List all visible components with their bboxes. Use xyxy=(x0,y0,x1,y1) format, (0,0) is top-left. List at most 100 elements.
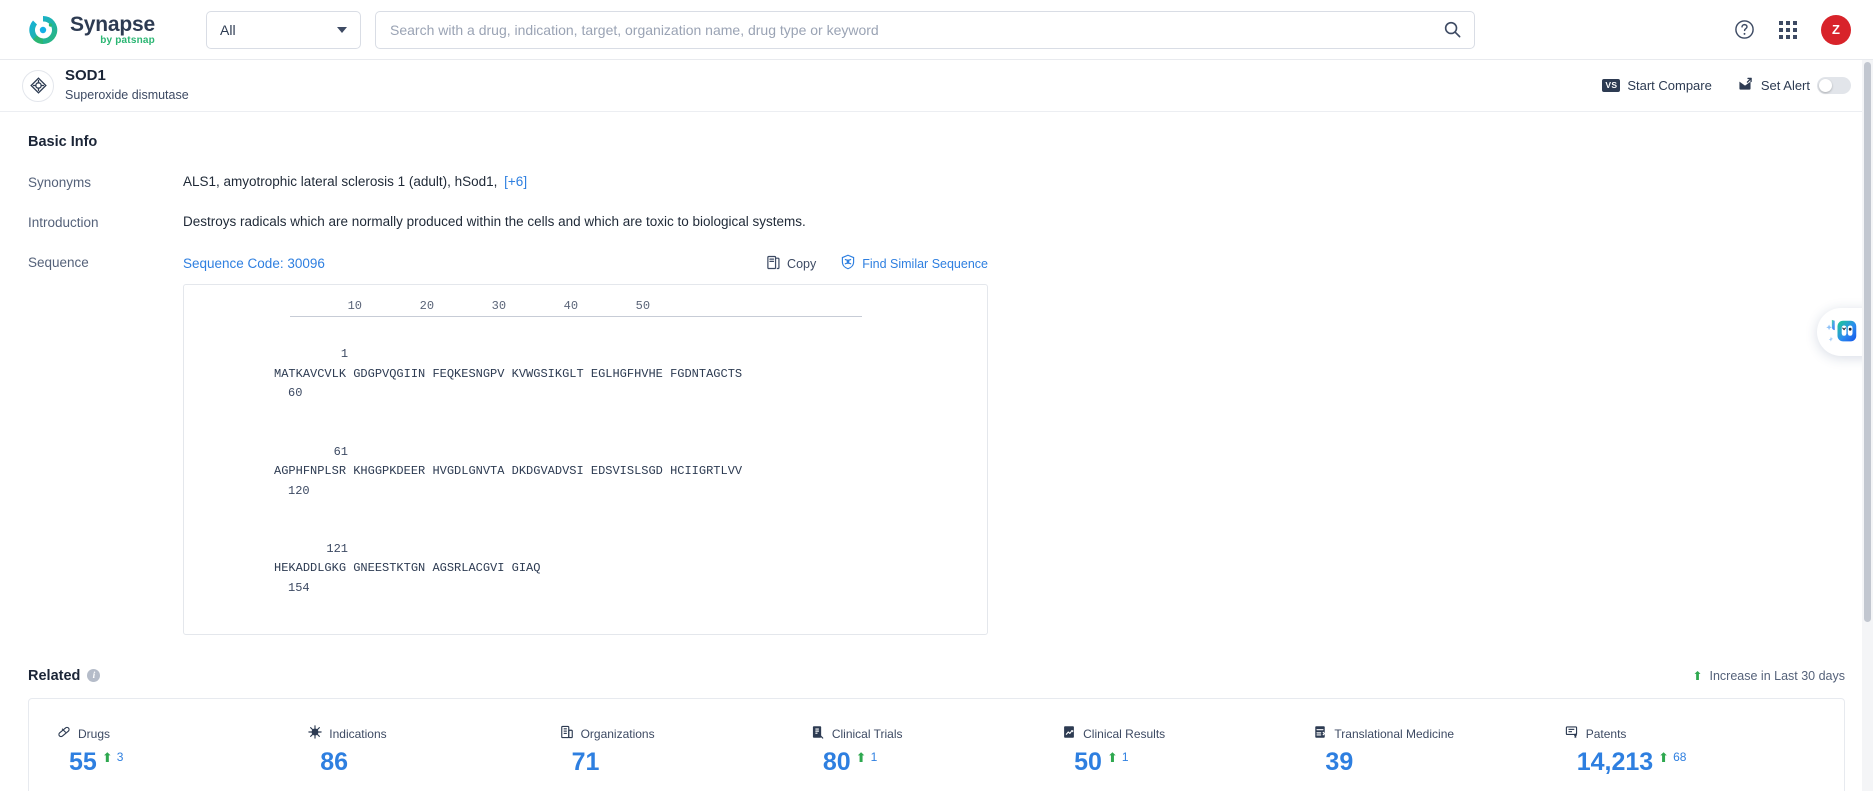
info-icon[interactable]: i xyxy=(87,669,101,683)
search-scope-value: All xyxy=(220,21,236,38)
sequence-line-residues: MATKAVCVLK GDGPVQGIIN FEQKESNGPV KVWGSIK… xyxy=(274,366,743,381)
introduction-label: Introduction xyxy=(28,215,99,230)
metric-head: Clinical Results xyxy=(1062,725,1313,744)
vs-badge-icon: VS xyxy=(1602,79,1621,92)
metric-organizations: Organizations 71 xyxy=(560,725,811,775)
synonyms-more-link[interactable]: [+6] xyxy=(504,174,527,189)
alert-bell-icon xyxy=(1738,77,1754,95)
metric-value[interactable]: 55 xyxy=(69,749,97,775)
sequence-line-end: 154 xyxy=(288,580,310,595)
set-alert-toggle[interactable] xyxy=(1817,77,1851,94)
increase-legend: ⬆ Increase in Last 30 days xyxy=(1692,669,1845,683)
sequence-header: Sequence Code: 30096 Copy Find Similar S… xyxy=(183,254,988,273)
global-search-bar[interactable] xyxy=(375,10,1475,49)
metric-head: Clinical Trials xyxy=(811,725,1062,744)
metric-value[interactable]: 50 xyxy=(1074,749,1102,775)
start-compare-label: Start Compare xyxy=(1627,78,1712,93)
sequence-tools: Copy Find Similar Sequence xyxy=(766,254,988,273)
metric-value[interactable]: 86 xyxy=(320,749,348,775)
arrow-up-icon: ⬆ xyxy=(1658,749,1670,765)
metric-delta: ⬆ 3 xyxy=(102,750,124,764)
metric-value[interactable]: 80 xyxy=(823,749,851,775)
metric-head: Patents xyxy=(1565,725,1816,744)
metric-label: Clinical Results xyxy=(1083,727,1166,742)
top-bar-actions: Z xyxy=(1704,14,1851,45)
pill-icon xyxy=(57,725,71,744)
sequence-block: Sequence Code: 30096 Copy Find Similar S… xyxy=(183,254,988,635)
metric-head: Translational Medicine xyxy=(1313,725,1564,744)
scrollbar-thumb[interactable] xyxy=(1864,62,1871,622)
metric-label: Clinical Trials xyxy=(831,727,903,742)
start-compare-button[interactable]: VS Start Compare xyxy=(1602,78,1712,93)
sequence-line-residues: HEKADDLGKG GNEESTKTGN AGSRLACGVI GIAQ xyxy=(274,561,541,576)
sequence-viewer: 10 20 30 40 50 1 MATKAVCVLK GDGPVQGIIN F… xyxy=(183,284,988,635)
metric-body: 86 xyxy=(308,749,559,775)
sequence-code-link[interactable]: Sequence Code: 30096 xyxy=(183,256,325,271)
organization-icon xyxy=(560,725,574,744)
metric-indications: Indications 86 xyxy=(308,724,559,775)
metric-body: 39 xyxy=(1313,749,1564,775)
metric-value[interactable]: 39 xyxy=(1325,749,1353,775)
metric-delta: ⬆ 1 xyxy=(856,750,878,764)
introduction-value: Destroys radicals which are normally pro… xyxy=(183,214,806,229)
metric-label: Drugs xyxy=(78,727,111,742)
metric-clinical-trials: Clinical Trials 80 ⬆ 1 xyxy=(811,725,1062,775)
set-alert-label: Set Alert xyxy=(1760,78,1810,93)
sequence-line: 121 HEKADDLGKG GNEESTKTGN AGSRLACGVI GIA… xyxy=(202,520,969,617)
metric-delta-value: 1 xyxy=(870,749,878,764)
patent-icon xyxy=(1565,725,1579,744)
copy-sequence-button[interactable]: Copy xyxy=(766,255,816,273)
metric-drugs: Drugs 55 ⬆ 3 xyxy=(57,725,308,775)
sequence-line-end: 120 xyxy=(288,483,310,498)
synapse-logo-icon xyxy=(26,13,60,47)
metric-clinical-results: Clinical Results 50 ⬆ 1 xyxy=(1062,725,1313,775)
entity-title-bar: SOD1 Superoxide dismutase VS Start Compa… xyxy=(0,60,1873,112)
related-metrics-card: Drugs 55 ⬆ 3 Indications 86 Organization… xyxy=(28,697,1845,791)
arrow-up-icon: ⬆ xyxy=(1106,749,1118,765)
related-metrics-grid: Drugs 55 ⬆ 3 Indications 86 Organization… xyxy=(57,724,1816,791)
brand-logo-area[interactable]: Synapse by patsnap xyxy=(26,13,176,47)
metric-delta-value: 1 xyxy=(1121,749,1129,764)
chevron-down-icon xyxy=(337,26,347,33)
metric-label: Organizations xyxy=(580,727,655,742)
virus-icon xyxy=(308,724,322,744)
help-icon[interactable] xyxy=(1734,19,1755,40)
metric-head: Drugs xyxy=(57,725,308,744)
metric-delta-value: 3 xyxy=(116,749,124,764)
app-grid-icon[interactable] xyxy=(1779,20,1797,39)
arrow-up-icon: ⬆ xyxy=(101,749,113,765)
metric-body: 14,213 ⬆ 68 xyxy=(1565,749,1816,775)
synonyms-value: ALS1, amyotrophic lateral sclerosis 1 (a… xyxy=(183,174,498,189)
page-subtitle: Superoxide dismutase xyxy=(65,87,189,102)
clinical-trial-icon xyxy=(811,725,825,744)
metric-patents: Patents 14,213 ⬆ 68 xyxy=(1565,725,1816,775)
set-alert-control[interactable]: Set Alert xyxy=(1738,77,1851,95)
metric-value[interactable]: 71 xyxy=(572,749,600,775)
metric-body: 80 ⬆ 1 xyxy=(811,749,1062,775)
metric-value[interactable]: 14,213 xyxy=(1577,749,1653,775)
copy-label: Copy xyxy=(787,256,817,271)
main-content: Basic Info Synonyms ALS1, amyotrophic la… xyxy=(0,112,1873,791)
sequence-line-start: 121 xyxy=(326,541,349,556)
sequence-line-start: 61 xyxy=(333,444,349,459)
sequence-line: 1 MATKAVCVLK GDGPVQGIIN FEQKESNGPV KVWGS… xyxy=(202,326,969,423)
sequence-label: Sequence xyxy=(28,255,89,270)
sequence-ruler-line xyxy=(290,316,862,317)
metric-delta: ⬆ 68 xyxy=(1658,750,1686,764)
search-scope-dropdown[interactable]: All xyxy=(206,10,361,49)
page-scrollbar[interactable] xyxy=(1862,60,1873,791)
metric-body: 55 ⬆ 3 xyxy=(57,749,308,775)
metric-translational-medicine: Translational Medicine 39 xyxy=(1313,725,1564,775)
introduction-row: Introduction Destroys radicals which are… xyxy=(28,214,1845,230)
search-icon[interactable] xyxy=(1443,20,1462,39)
sequence-line-residues: AGPHFNPLSR KHGGPKDEER HVGDLGNVTA DKDGVAD… xyxy=(274,464,743,479)
metric-body: 71 xyxy=(560,749,811,775)
sequence-line: 61 AGPHFNPLSR KHGGPKDEER HVGDLGNVTA DKDG… xyxy=(202,423,969,520)
metric-body: 50 ⬆ 1 xyxy=(1062,749,1313,775)
find-similar-sequence-button[interactable]: Find Similar Sequence xyxy=(840,254,988,273)
clinical-result-icon xyxy=(1062,725,1076,744)
search-input[interactable] xyxy=(390,21,1443,38)
synonyms-row: Synonyms ALS1, amyotrophic lateral scler… xyxy=(28,174,1845,190)
page-title: SOD1 xyxy=(65,67,106,85)
user-avatar[interactable]: Z xyxy=(1821,14,1851,45)
